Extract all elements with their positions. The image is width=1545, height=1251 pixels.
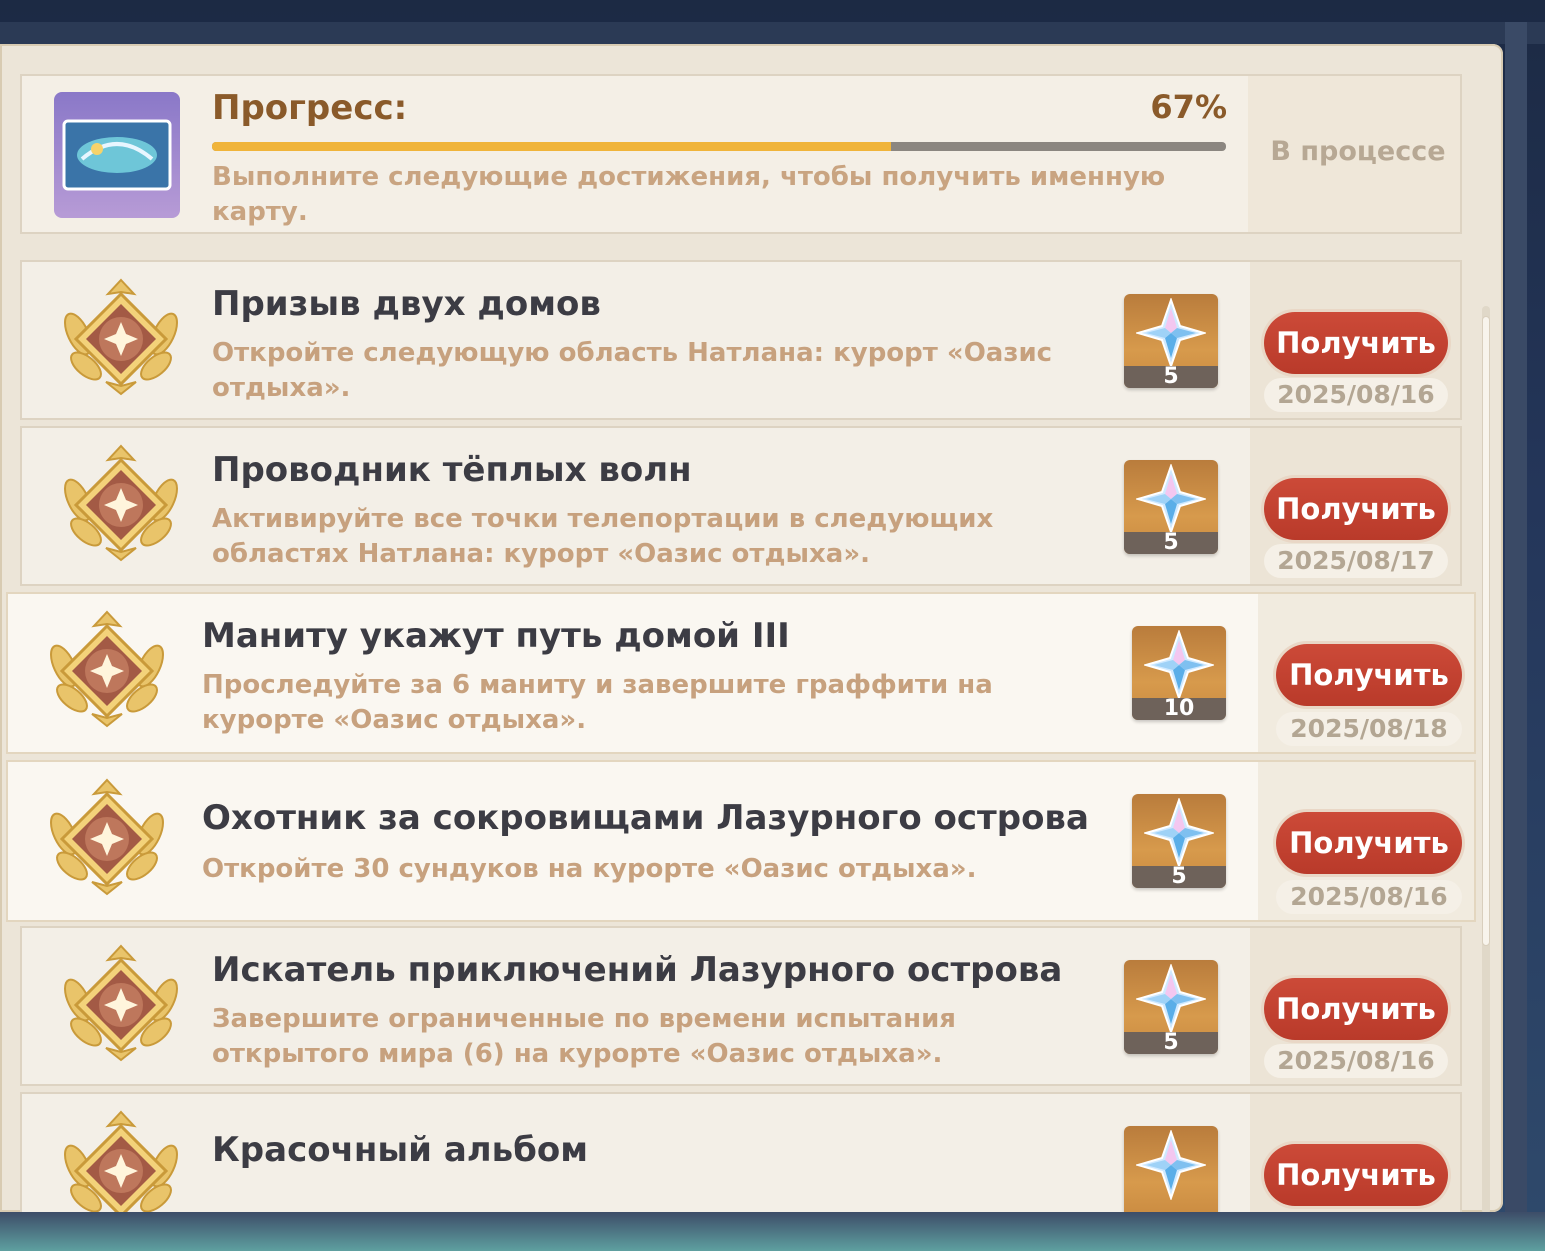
achievement-description: Откройте следующую область Натлана: куро… bbox=[212, 338, 1053, 403]
achievement-title: Призыв двух домов bbox=[212, 284, 601, 324]
window-frame-top bbox=[0, 22, 1545, 44]
claim-button[interactable]: Получить bbox=[1264, 978, 1448, 1040]
achievement-row: Призыв двух домов Откройте следующую обл… bbox=[20, 260, 1462, 420]
achievement-description: Активируйте все точки телепортации в сле… bbox=[212, 504, 994, 569]
reward-count: 5 bbox=[1124, 1032, 1218, 1054]
achievement-medal-icon bbox=[56, 274, 186, 404]
primogem-icon bbox=[1136, 464, 1206, 534]
claim-button[interactable]: Получить bbox=[1264, 1144, 1448, 1206]
achievement-row: Охотник за сокровищами Лазурного острова… bbox=[6, 760, 1476, 922]
achievement-title: Маниту укажут путь домой III bbox=[202, 616, 790, 656]
achievement-medal-icon bbox=[42, 606, 172, 736]
achievement-medal-icon bbox=[56, 940, 186, 1070]
achievement-description: Откройте 30 сундуков на курорте «Оазис о… bbox=[202, 854, 977, 884]
claim-button[interactable]: Получить bbox=[1276, 812, 1462, 874]
window-frame-bottom bbox=[0, 1212, 1545, 1251]
claim-button[interactable]: Получить bbox=[1264, 478, 1448, 540]
completion-date: 2025/08/16 bbox=[1264, 1044, 1448, 1078]
primogem-icon bbox=[1136, 298, 1206, 368]
primogem-icon bbox=[1144, 798, 1214, 868]
achievement-row: Маниту укажут путь домой III Проследуйте… bbox=[6, 592, 1476, 754]
achievement-row: Проводник тёплых волн Активируйте все то… bbox=[20, 426, 1462, 586]
primogem-icon bbox=[1144, 630, 1214, 700]
achievement-row: Искатель приключений Лазурного острова З… bbox=[20, 926, 1462, 1086]
achievement-medal-icon bbox=[56, 440, 186, 570]
achievement-title: Красочный альбом bbox=[212, 1130, 589, 1170]
achievements-list: Призыв двух домов Откройте следующую обл… bbox=[0, 44, 1503, 1212]
reward-count: 5 bbox=[1124, 532, 1218, 554]
completion-date: 2025/08/16 bbox=[1264, 378, 1448, 412]
achievement-title: Искатель приключений Лазурного острова bbox=[212, 950, 1063, 990]
primogem-reward[interactable] bbox=[1124, 1126, 1218, 1212]
claim-button[interactable]: Получить bbox=[1264, 312, 1448, 374]
achievement-title: Охотник за сокровищами Лазурного острова bbox=[202, 798, 1089, 838]
primogem-reward[interactable]: 5 bbox=[1124, 294, 1218, 388]
completion-date: 2025/08/17 bbox=[1264, 544, 1448, 578]
claim-button[interactable]: Получить bbox=[1276, 644, 1462, 706]
primogem-icon bbox=[1136, 1130, 1206, 1200]
achievement-description: Завершите ограниченные по времени испыта… bbox=[212, 1004, 956, 1069]
primogem-reward[interactable]: 5 bbox=[1124, 960, 1218, 1054]
reward-count: 10 bbox=[1132, 698, 1226, 720]
achievement-row: Красочный альбом Получить bbox=[20, 1092, 1462, 1212]
reward-count: 5 bbox=[1132, 866, 1226, 888]
primogem-icon bbox=[1136, 964, 1206, 1034]
achievement-medal-icon bbox=[42, 774, 172, 904]
achievement-title: Проводник тёплых волн bbox=[212, 450, 692, 490]
reward-count: 5 bbox=[1124, 366, 1218, 388]
primogem-reward[interactable]: 5 bbox=[1124, 460, 1218, 554]
primogem-reward[interactable]: 5 bbox=[1132, 794, 1226, 888]
window-frame-right bbox=[1505, 22, 1527, 1222]
achievement-description: Проследуйте за 6 маниту и завершите граф… bbox=[202, 670, 993, 735]
primogem-reward[interactable]: 10 bbox=[1132, 626, 1226, 720]
achievement-medal-icon bbox=[56, 1106, 186, 1212]
completion-date: 2025/08/18 bbox=[1276, 712, 1462, 746]
completion-date: 2025/08/16 bbox=[1276, 880, 1462, 914]
